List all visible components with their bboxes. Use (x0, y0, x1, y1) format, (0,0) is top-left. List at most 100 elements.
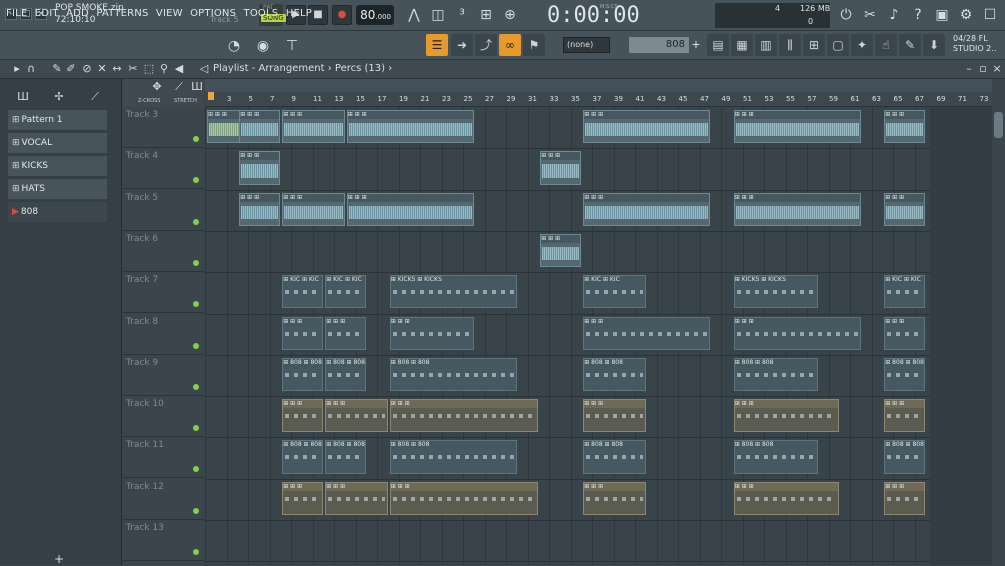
playlist-clip[interactable]: ⊞ ⊞ ⊞ (346, 110, 474, 144)
menu-add[interactable]: ADD (66, 8, 89, 19)
delete-icon[interactable]: ⊘ (80, 62, 94, 76)
playlist-clip[interactable]: ⊞ ⊞ ⊞ (282, 192, 345, 226)
track-enable-led[interactable] (193, 383, 199, 390)
tools-icon[interactable]: ✂ (860, 5, 880, 25)
draw-icon[interactable]: ⤴ (475, 34, 497, 56)
link-icon[interactable]: ∞ (499, 34, 521, 56)
piano-roll-icon[interactable]: ▦ (731, 34, 753, 56)
playlist-clip[interactable]: ⊞ ⊞ ⊞ (583, 399, 646, 433)
add-pattern-plus[interactable]: + (54, 552, 64, 566)
playlist-clip[interactable]: ⊞ ⊞ ⊞ (346, 192, 474, 226)
playlist-clip[interactable]: ⊞ KICKS ⊞ KICKS (733, 275, 818, 309)
playlist-clip[interactable]: ⊞ ⊞ ⊞ (583, 481, 646, 515)
playlist-clip[interactable]: ⊞ ⊞ ⊞ (884, 481, 926, 515)
track-enable-led[interactable] (193, 136, 199, 142)
playlist-clip[interactable]: ⊞ 808 ⊞ 808 (583, 357, 646, 392)
playlist-clip[interactable]: ⊞ KIC ⊞ KIC (282, 275, 324, 309)
brush-icon[interactable]: ✐ (64, 62, 78, 76)
plugin-picker-icon[interactable]: ✦ (851, 34, 873, 56)
track-enable-led[interactable] (193, 177, 199, 184)
select-icon[interactable]: ⬚ (142, 62, 156, 76)
maximize-playlist-icon[interactable]: ▫ (976, 62, 990, 76)
playlist-clip[interactable]: ⊞ ⊞ ⊞ (583, 192, 711, 226)
track-enable-led[interactable] (193, 507, 199, 514)
menu-tools[interactable]: TOOLS (244, 8, 279, 19)
playlist-clip[interactable]: ⊞ ⊞ ⊞ (884, 110, 926, 144)
playlist-clip[interactable]: ⊞ ⊞ ⊞ (282, 110, 345, 144)
playlist-clip[interactable]: ⊞ ⊞ ⊞ (282, 399, 324, 433)
playhead-marker[interactable] (208, 92, 214, 100)
track-enable-led[interactable] (193, 425, 199, 432)
track-header[interactable]: Track 13 (123, 520, 204, 561)
playlist-clip[interactable]: ⊞ ⊞ ⊞ (325, 316, 367, 350)
playlist-clip[interactable]: ⊞ 808 ⊞ 808 (325, 357, 367, 392)
stretch-toggle[interactable]: STRETCH (174, 98, 197, 104)
record-button[interactable]: ● (332, 5, 352, 25)
playlist-clip[interactable]: ⊞ KIC ⊞ KIC (325, 275, 367, 309)
playlist-clip[interactable]: ⊞ ⊞ ⊞ (282, 481, 324, 515)
playlist-clip[interactable]: ⊞ ⊞ ⊞ (389, 399, 539, 433)
tempo-display[interactable]: 80.000 (356, 5, 394, 25)
playlist-clip[interactable]: ⊞ ⊞ ⊞ (540, 151, 582, 185)
playlist-clip[interactable]: ⊞ ⊞ ⊞ (239, 192, 281, 226)
playlist-clip[interactable]: ⊞ 808 ⊞ 808 (583, 440, 646, 474)
picker-item-808[interactable]: ▶ 808 (8, 202, 107, 222)
arrow-icon[interactable]: ➜ (451, 34, 473, 56)
blend-notes-icon[interactable]: ⊕ (500, 5, 520, 25)
playlist-clip[interactable]: ⊞ ⊞ ⊞ (733, 481, 840, 515)
playlist-clip[interactable]: ⊞ ⊞ ⊞ (282, 316, 324, 350)
playlist-clip[interactable]: ⊞ ⊞ ⊞ (884, 192, 926, 226)
playlist-clip[interactable]: ⊞ ⊞ ⊞ (325, 399, 388, 433)
track-header[interactable]: Track 12 (123, 479, 204, 520)
track-enable-led[interactable] (193, 218, 199, 225)
playlist-view-icon[interactable]: ☰ (426, 34, 448, 56)
playlist-clip[interactable]: ⊞ ⊞ ⊞ (884, 399, 926, 433)
playlist-grid[interactable]: ⊞ ⊞ ⊞ ⊞ ⊞ ⊞ ⊞ ⊞ ⊞ ⊞ ⊞ ⊞ ⊞ ⊞ ⊞ ⊞ ⊞ ⊞ ⊞ ⊞ ⊞ ⊞ ⊞ ⊞… (205, 107, 992, 565)
zoom-icon[interactable]: ⚲ (157, 62, 171, 76)
track-header[interactable]: Track 7 (123, 272, 204, 314)
wait-record-icon[interactable]: ◫ (428, 5, 448, 25)
playlist-clip[interactable]: ⊞ KIC ⊞ KIC (583, 275, 646, 309)
track-header[interactable]: Track 3 (123, 107, 204, 148)
playlist-clip[interactable]: ⊞ ⊞ ⊞ (389, 481, 539, 515)
playlist-clip[interactable]: ⊞ ⊞ ⊞ (540, 233, 582, 268)
browser-icon[interactable]: ⊞ (803, 34, 825, 56)
slice-icon[interactable]: ✂ (126, 62, 140, 76)
picker-item-kicks[interactable]: ⊞ KICKS (8, 156, 107, 176)
touch-icon[interactable]: ☝ (875, 34, 897, 56)
playback-icon[interactable]: ◀ (172, 62, 186, 76)
master-pitch-knob-icon[interactable]: ◉ (253, 36, 273, 56)
file-icon[interactable]: ▢ (827, 34, 849, 56)
playlist-clip[interactable]: ⊞ ⊞ ⊞ (733, 110, 861, 144)
playlist-clip[interactable]: ⊞ KIC ⊞ KIC (884, 275, 926, 309)
track-enable-led[interactable] (193, 549, 199, 555)
pattern-selector[interactable]: 808 (629, 37, 689, 53)
playlist-clip[interactable]: ⊞ 808 ⊞ 808 (282, 440, 324, 474)
playlist-clip[interactable]: ⊞ 808 ⊞ 808 (733, 357, 818, 392)
playlist-clip[interactable]: ⊞ ⊞ ⊞ (389, 316, 474, 350)
picker-patterns-icon[interactable]: Ш (16, 90, 30, 104)
slip-icon[interactable]: ↔ (110, 62, 124, 76)
mixer-icon[interactable]: ⫼ (779, 34, 801, 56)
plugin-icon[interactable]: ⚙ (956, 5, 976, 25)
track-enable-led[interactable] (193, 466, 199, 473)
picker-item-hats[interactable]: ⊞ HATS (8, 179, 107, 199)
playlist-clip[interactable]: ⊞ ⊞ ⊞ (239, 151, 281, 185)
scrollbar-thumb[interactable] (994, 112, 1003, 138)
pencil-icon[interactable]: ✎ (50, 62, 64, 76)
track-enable-led[interactable] (193, 259, 199, 266)
playlist-clip[interactable]: ⊞ ⊞ ⊞ (583, 316, 711, 350)
menu-view[interactable]: VIEW (156, 8, 183, 19)
playlist-clip[interactable]: ⊞ 808 ⊞ 808 (884, 357, 926, 392)
track-enable-led[interactable] (193, 301, 199, 308)
speaker-icon[interactable]: ◁ (197, 62, 211, 76)
move-arrows-icon[interactable]: ✥ (150, 80, 164, 94)
track-enable-led[interactable] (193, 342, 199, 349)
track-header[interactable]: Track 10 (123, 396, 204, 438)
save-icon[interactable]: ▣ (932, 5, 952, 25)
picker-automation-icon[interactable]: ⟋ (88, 90, 102, 104)
countdown-icon[interactable]: ³ (452, 5, 472, 25)
playlist-clip[interactable]: ⊞ 808 ⊞ 808 (325, 440, 367, 474)
close-playlist-icon[interactable]: × (990, 62, 1004, 76)
playlist-clip[interactable]: ⊞ ⊞ ⊞ (884, 316, 926, 350)
